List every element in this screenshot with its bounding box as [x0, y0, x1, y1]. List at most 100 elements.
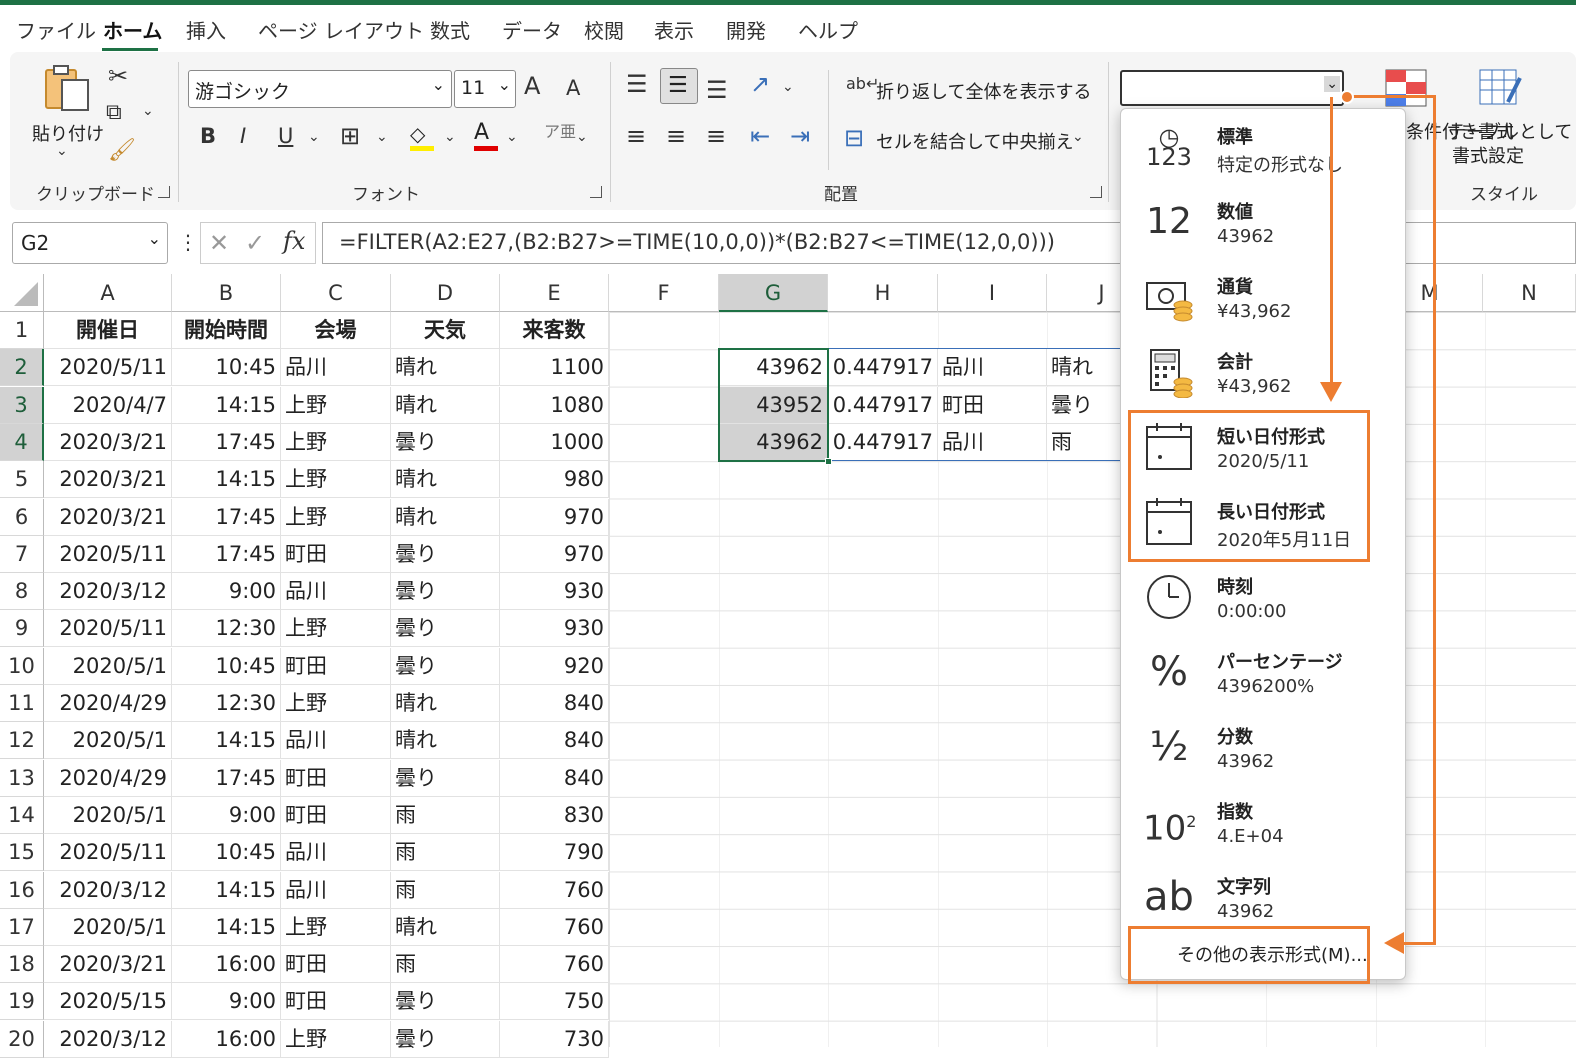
- spill-cell[interactable]: 43962: [719, 423, 828, 461]
- format-item-currency[interactable]: 通貨 ¥43,962: [1121, 259, 1405, 334]
- row-header[interactable]: 19: [0, 983, 44, 1021]
- tab-view[interactable]: 表示: [654, 15, 694, 44]
- table-cell[interactable]: 上野: [281, 1020, 391, 1058]
- more-dots-icon[interactable]: ⋮: [178, 232, 198, 252]
- table-cell[interactable]: 10:45: [172, 834, 281, 872]
- merge-center-button[interactable]: セルを結合して中央揃え: [876, 128, 1073, 154]
- table-cell[interactable]: 晴れ: [391, 722, 500, 760]
- table-cell[interactable]: 品川: [281, 871, 391, 909]
- table-cell[interactable]: 9:00: [172, 983, 281, 1021]
- table-cell[interactable]: 雨: [391, 946, 500, 984]
- number-format-select[interactable]: ⌄: [1120, 70, 1344, 106]
- table-cell[interactable]: 町田: [281, 983, 391, 1021]
- chevron-down-icon[interactable]: ⌄: [376, 130, 388, 144]
- chevron-down-icon[interactable]: ⌄: [506, 130, 518, 144]
- format-item-text[interactable]: ab 文字列 43962: [1121, 859, 1405, 934]
- table-cell[interactable]: 2020/3/21: [44, 498, 172, 536]
- table-cell[interactable]: 2020/5/11: [44, 834, 172, 872]
- table-cell[interactable]: 16:00: [172, 946, 281, 984]
- table-cell[interactable]: 2020/4/7: [44, 386, 172, 424]
- table-cell[interactable]: 上野: [281, 498, 391, 536]
- table-cell[interactable]: 晴れ: [391, 461, 500, 499]
- font-color-icon[interactable]: A: [474, 120, 498, 152]
- table-cell[interactable]: 17:45: [172, 498, 281, 536]
- chevron-down-icon[interactable]: ⌄: [1072, 130, 1084, 144]
- table-cell[interactable]: 上野: [281, 685, 391, 722]
- column-header-c[interactable]: C: [281, 274, 391, 312]
- paste-button[interactable]: 貼り付け: [32, 120, 104, 146]
- table-cell[interactable]: 上野: [281, 461, 391, 499]
- table-cell[interactable]: 840: [500, 759, 609, 797]
- header-cell[interactable]: 天気: [391, 312, 500, 349]
- spill-cell[interactable]: 0.447917: [828, 423, 938, 461]
- table-cell[interactable]: 14:15: [172, 871, 281, 909]
- table-cell[interactable]: 970: [500, 498, 609, 536]
- format-as-table-icon[interactable]: [1478, 68, 1522, 108]
- format-item-scientific[interactable]: 102 指数 4.E+04: [1121, 784, 1405, 859]
- table-cell[interactable]: 曇り: [391, 423, 500, 461]
- tab-review[interactable]: 校閲: [584, 15, 624, 44]
- column-header-d[interactable]: D: [391, 274, 500, 312]
- paste-icon[interactable]: [38, 64, 94, 114]
- table-cell[interactable]: 2020/3/12: [44, 1020, 172, 1058]
- column-header-n[interactable]: N: [1483, 274, 1576, 312]
- table-cell[interactable]: 曇り: [391, 610, 500, 648]
- format-item-percentage[interactable]: % パーセンテージ 4396200%: [1121, 634, 1405, 709]
- table-cell[interactable]: 品川: [281, 834, 391, 872]
- table-cell[interactable]: 17:45: [172, 535, 281, 573]
- copy-icon[interactable]: ⧉: [106, 102, 122, 124]
- table-cell[interactable]: 晴れ: [391, 685, 500, 722]
- table-cell[interactable]: 2020/3/21: [44, 423, 172, 461]
- spill-cell[interactable]: 町田: [938, 386, 1047, 424]
- table-cell[interactable]: 晴れ: [391, 908, 500, 946]
- align-center-icon[interactable]: ≡: [666, 124, 686, 148]
- spill-cell[interactable]: 0.447917: [828, 349, 938, 387]
- table-cell[interactable]: 760: [500, 871, 609, 909]
- clipboard-launcher-icon[interactable]: [158, 186, 170, 198]
- table-cell[interactable]: 2020/5/11: [44, 610, 172, 648]
- grow-font-icon[interactable]: A: [524, 74, 540, 98]
- font-size-select[interactable]: 11 ⌄: [454, 70, 516, 108]
- table-cell[interactable]: 上野: [281, 386, 391, 424]
- table-cell[interactable]: 2020/3/12: [44, 573, 172, 611]
- increase-indent-icon[interactable]: ⇥: [790, 124, 810, 148]
- row-header[interactable]: 13: [0, 759, 44, 797]
- spill-cell[interactable]: 43952: [719, 386, 828, 424]
- table-cell[interactable]: 雨: [391, 871, 500, 909]
- chevron-down-icon[interactable]: ⌄: [308, 130, 320, 144]
- tab-insert[interactable]: 挿入: [186, 15, 226, 44]
- table-cell[interactable]: 12:30: [172, 685, 281, 722]
- fill-color-icon[interactable]: ◇: [410, 122, 434, 152]
- row-header[interactable]: 16: [0, 871, 44, 909]
- table-cell[interactable]: 2020/5/11: [44, 349, 172, 387]
- table-cell[interactable]: 1000: [500, 423, 609, 461]
- table-cell[interactable]: 750: [500, 983, 609, 1021]
- table-cell[interactable]: 2020/5/15: [44, 983, 172, 1021]
- align-left-icon[interactable]: ≡: [626, 124, 646, 148]
- tab-file[interactable]: ファイル: [16, 15, 96, 44]
- cut-icon[interactable]: ✂: [108, 64, 128, 88]
- table-cell[interactable]: 品川: [281, 573, 391, 611]
- orientation-icon[interactable]: ↗: [750, 72, 770, 96]
- table-cell[interactable]: 曇り: [391, 759, 500, 797]
- table-cell[interactable]: 2020/5/1: [44, 722, 172, 760]
- row-header[interactable]: 1: [0, 312, 44, 349]
- wrap-text-button[interactable]: 折り返して全体を表示する: [876, 78, 1091, 104]
- enter-icon[interactable]: ✓: [245, 231, 265, 255]
- table-cell[interactable]: 10:45: [172, 647, 281, 685]
- borders-icon[interactable]: ⊞: [340, 124, 360, 148]
- column-header-b[interactable]: B: [172, 274, 281, 312]
- table-cell[interactable]: 790: [500, 834, 609, 872]
- name-box[interactable]: G2 ⌄: [12, 222, 168, 264]
- font-name-select[interactable]: 游ゴシック ⌄: [188, 70, 452, 108]
- table-cell[interactable]: 曇り: [391, 647, 500, 685]
- row-header[interactable]: 4: [0, 423, 44, 461]
- table-cell[interactable]: 2020/5/1: [44, 647, 172, 685]
- tab-formulas[interactable]: 数式: [430, 15, 470, 44]
- header-cell[interactable]: 開催日: [44, 312, 172, 349]
- font-launcher-icon[interactable]: [590, 186, 602, 198]
- format-painter-icon[interactable]: 🖌: [108, 140, 136, 162]
- table-cell[interactable]: 2020/5/1: [44, 908, 172, 946]
- table-cell[interactable]: 14:15: [172, 386, 281, 424]
- table-cell[interactable]: 930: [500, 573, 609, 611]
